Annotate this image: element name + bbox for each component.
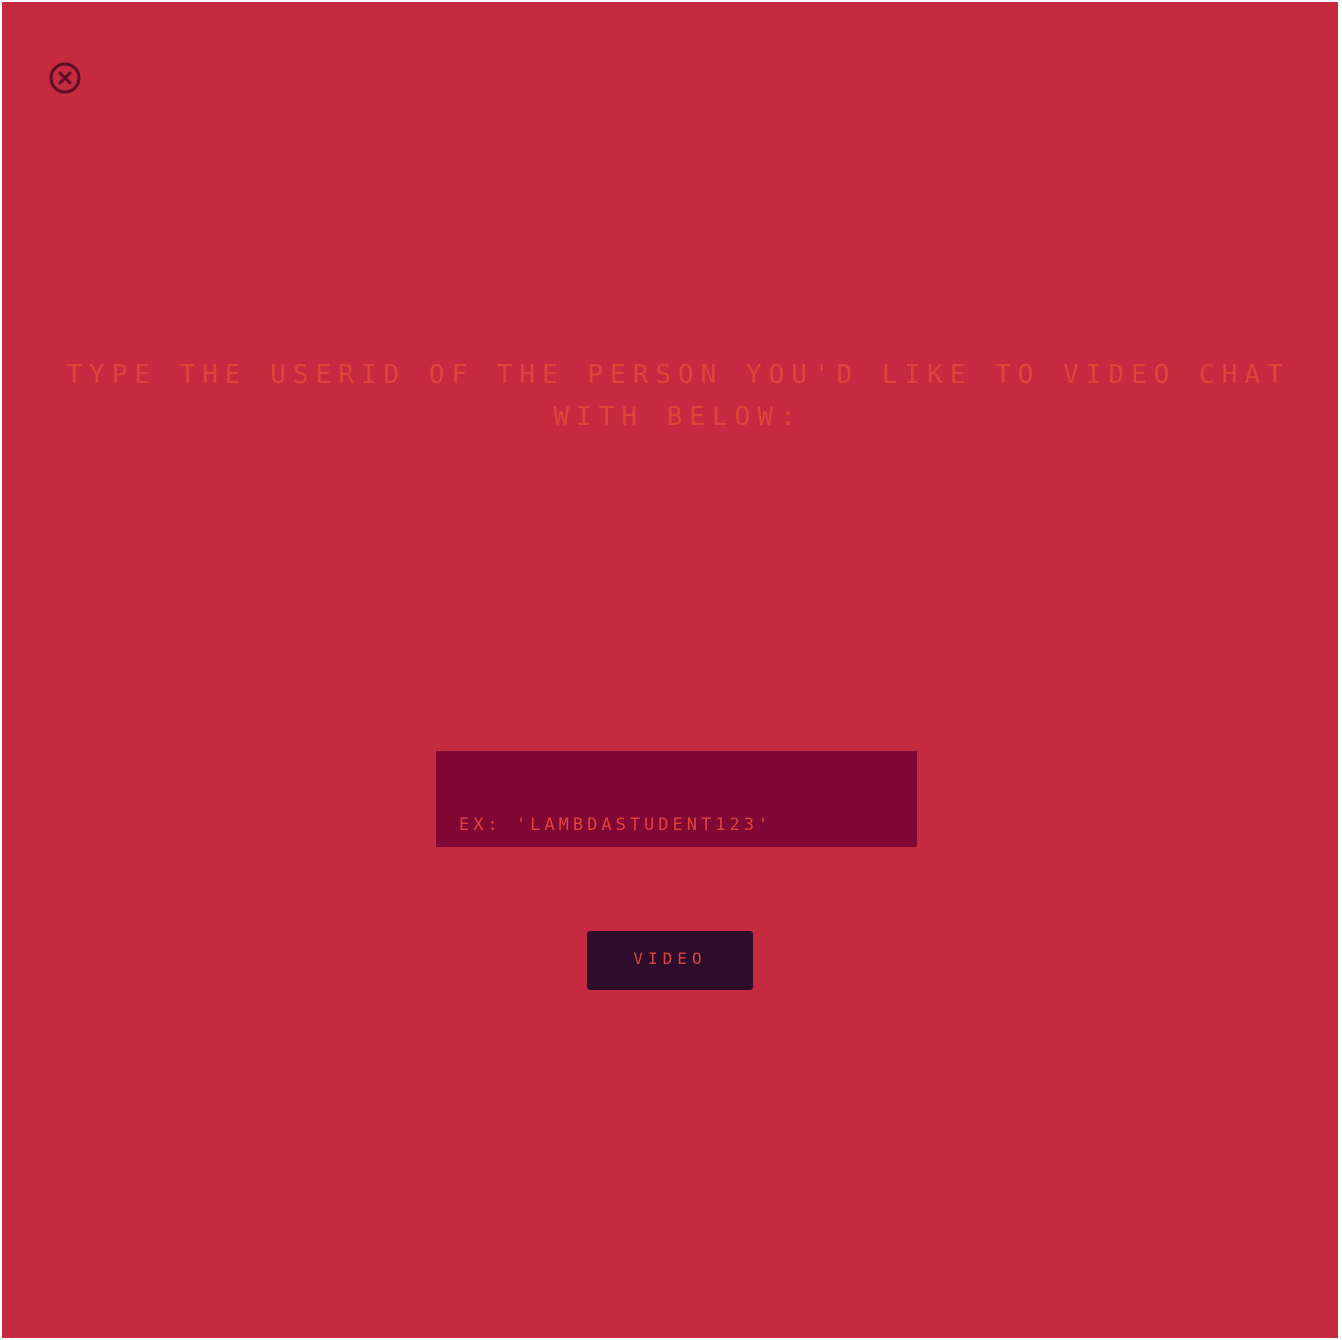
close-button[interactable]: [48, 61, 82, 95]
prompt-heading: Type the userid of the person you'd like…: [66, 360, 1290, 432]
video-chat-modal: Type the userid of the person you'd like…: [2, 2, 1338, 1338]
video-button[interactable]: Video: [587, 931, 753, 990]
close-circle-icon: [49, 62, 81, 94]
userid-input[interactable]: [436, 751, 917, 847]
